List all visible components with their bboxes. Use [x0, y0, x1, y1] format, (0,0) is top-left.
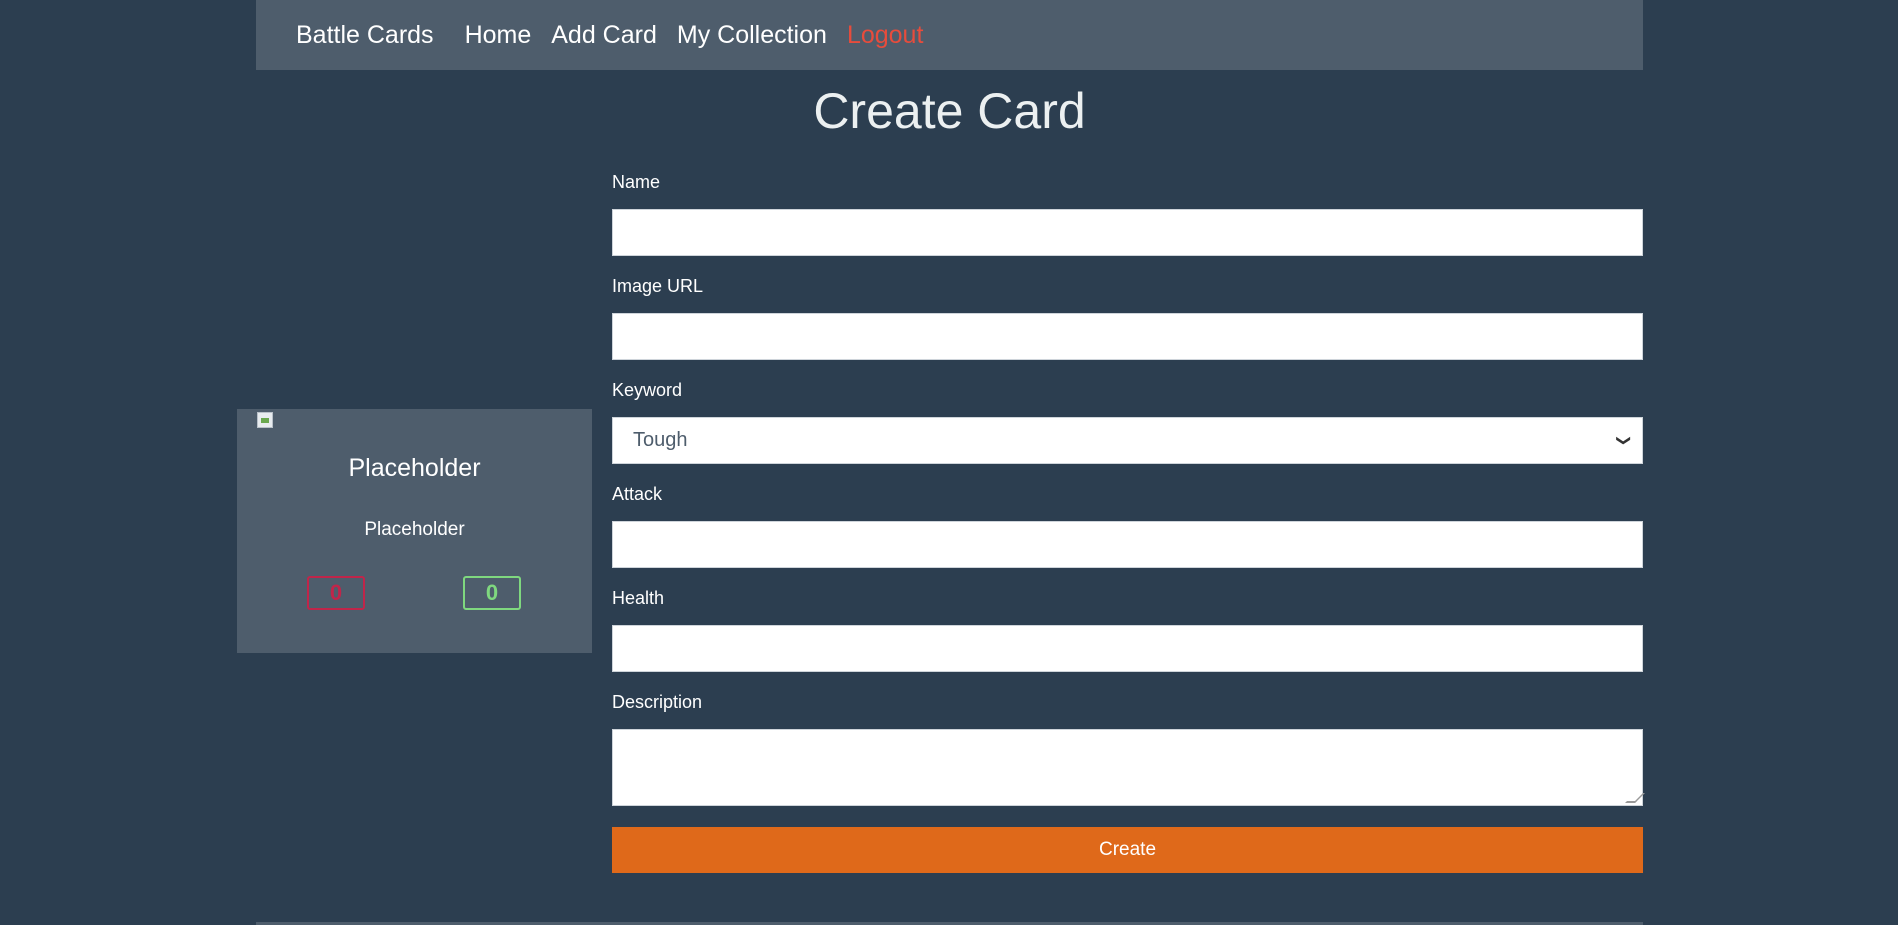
image-url-label: Image URL [612, 276, 704, 296]
name-label: Name [612, 172, 661, 192]
card-preview: Placeholder Placeholder 0 0 [237, 409, 592, 653]
broken-image-icon [257, 412, 273, 428]
keyword-select-value: Tough [633, 429, 688, 451]
image-url-input[interactable] [612, 313, 1643, 360]
page-title: Create Card [813, 83, 1086, 139]
description-textarea[interactable] [612, 729, 1643, 806]
brand-link[interactable]: Battle Cards [296, 21, 434, 50]
attack-label: Attack [612, 484, 663, 504]
health-label: Health [612, 588, 665, 608]
card-preview-health: 0 [463, 576, 521, 610]
description-label: Description [612, 692, 703, 712]
card-preview-keyword: Placeholder [364, 519, 465, 540]
nav-my-collection-link[interactable]: My Collection [677, 21, 827, 50]
name-input[interactable] [612, 209, 1643, 256]
nav-home-link[interactable]: Home [465, 21, 532, 50]
create-button[interactable]: Create [612, 827, 1643, 873]
keyword-select[interactable]: Tough ❯ [612, 417, 1643, 464]
card-preview-attack: 0 [307, 576, 365, 610]
create-card-form: Name Image URL Keyword Tough ❯ Attack He… [612, 170, 1643, 873]
card-preview-name: Placeholder [348, 454, 481, 482]
top-navbar: Battle Cards Home Add Card My Collection… [256, 0, 1643, 70]
health-input[interactable] [612, 625, 1643, 672]
nav-add-card-link[interactable]: Add Card [551, 21, 657, 50]
chevron-down-icon: ❯ [1616, 434, 1633, 447]
nav-logout-link[interactable]: Logout [847, 21, 923, 50]
attack-input[interactable] [612, 521, 1643, 568]
keyword-label: Keyword [612, 380, 683, 400]
